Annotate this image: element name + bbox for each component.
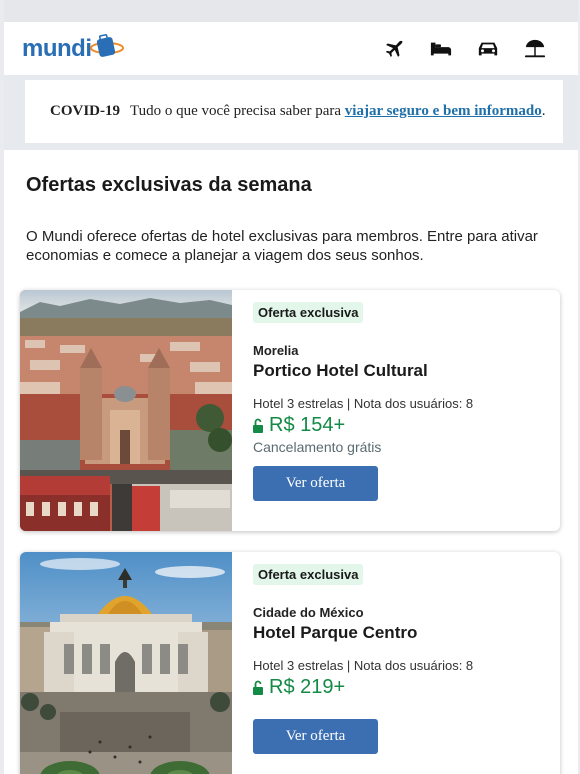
- covid-link[interactable]: viajar seguro e bem informado: [345, 103, 542, 120]
- car-icon: [478, 42, 497, 55]
- nav-hotels[interactable]: [417, 34, 464, 64]
- exclusive-badge: Oferta exclusiva: [253, 564, 364, 585]
- price-value: R$ 154+: [269, 414, 346, 436]
- logo-text: mundi: [22, 34, 92, 62]
- header: mundi: [4, 22, 578, 75]
- price-value: R$ 219+: [269, 676, 346, 698]
- offer-rating: Hotel 3 estrelas | Nota dos usuários: 8: [253, 658, 474, 673]
- top-strip: [4, 0, 578, 22]
- mundi-logo[interactable]: mundi: [22, 33, 124, 63]
- intro-text: O Mundi oferece ofertas de hotel exclusi…: [26, 228, 538, 264]
- main-content: Ofertas exclusivas da semana O Mundi ofe…: [4, 174, 578, 774]
- offer-card[interactable]: Oferta exclusiva Morelia Portico Hotel C…: [20, 290, 560, 531]
- unlock-icon: [253, 680, 263, 695]
- covid-banner-wrap: COVID-19 Tudo o que você precisa saber p…: [4, 75, 578, 150]
- offer-city: Cidade do México: [253, 605, 364, 620]
- offer-rating: Hotel 3 estrelas | Nota dos usuários: 8: [253, 396, 474, 411]
- offer-hotel-name[interactable]: Portico Hotel Cultural: [253, 361, 560, 381]
- morelia-cathedral-photo: [20, 290, 232, 531]
- covid-text: Tudo o que você precisa saber para: [130, 103, 342, 119]
- covid-label: COVID-19: [50, 103, 120, 119]
- offer-card[interactable]: Oferta exclusiva Cidade do México Hotel …: [20, 552, 560, 774]
- cancellation-note: Cancelamento grátis: [253, 439, 382, 455]
- view-offer-button[interactable]: Ver oferta: [253, 719, 378, 754]
- nav-flights[interactable]: [370, 34, 417, 64]
- category-nav: [370, 34, 558, 64]
- bellas-artes-palace-photo: [20, 552, 232, 774]
- view-offer-button[interactable]: Ver oferta: [253, 466, 378, 501]
- offer-price: R$ 154+: [253, 414, 560, 437]
- airplane-icon: [385, 40, 402, 57]
- suitcase-logo-icon: [89, 33, 124, 57]
- offer-details: Oferta exclusiva Cidade do México Hotel …: [232, 552, 560, 774]
- covid-suffix: .: [541, 103, 546, 119]
- offer-details: Oferta exclusiva Morelia Portico Hotel C…: [232, 290, 560, 531]
- bed-icon: [430, 42, 451, 55]
- page-title: Ofertas exclusivas da semana: [26, 174, 312, 196]
- beach-umbrella-icon: [524, 39, 545, 57]
- email-frame: mundi COVID-19 Tudo o que você precisa s…: [4, 0, 578, 774]
- offer-city: Morelia: [253, 343, 299, 358]
- covid-banner: COVID-19 Tudo o que você precisa saber p…: [25, 80, 563, 143]
- nav-cars[interactable]: [464, 34, 511, 64]
- exclusive-badge: Oferta exclusiva: [253, 302, 364, 323]
- unlock-icon: [253, 418, 263, 433]
- offer-price: R$ 219+: [253, 676, 560, 699]
- nav-vacation[interactable]: [511, 34, 558, 64]
- offer-hotel-name[interactable]: Hotel Parque Centro: [253, 623, 560, 643]
